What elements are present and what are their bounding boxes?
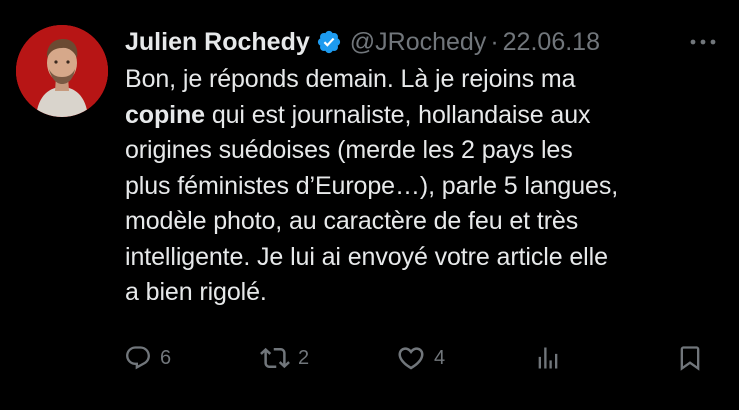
author-avatar[interactable]: [16, 25, 108, 117]
tweet-text-line: copine qui est journaliste, hollandaise …: [125, 98, 725, 134]
tweet-text-bold: copine: [125, 100, 205, 129]
bookmark-icon: [676, 344, 704, 372]
tweet-header: Julien Rochedy @JRochedy · 22.06.18: [125, 26, 600, 58]
retweet-button[interactable]: 2: [260, 338, 309, 378]
heart-icon: [396, 343, 426, 373]
analytics-icon: [534, 344, 562, 372]
tweet-text-line: origines suédoises (merde les 2 pays les: [125, 136, 573, 164]
tweet-text-rest: qui est journaliste, hollandaise aux: [204, 100, 591, 129]
author-handle[interactable]: @JRochedy: [350, 26, 487, 58]
like-button[interactable]: 4: [396, 338, 445, 378]
tweet-text-line: Bon, je réponds demain. Là je rejoins ma: [125, 65, 576, 93]
retweet-count: 2: [298, 346, 310, 369]
reply-count: 6: [160, 346, 172, 369]
bookmark-button[interactable]: [676, 338, 704, 378]
tweet-text-line: modèle photo, au caractère de feu et trè…: [125, 207, 579, 235]
header-separator: ·: [490, 28, 499, 56]
views-button[interactable]: [534, 338, 562, 378]
retweet-icon: [260, 343, 290, 373]
reply-icon: [124, 344, 152, 372]
author-display-name[interactable]: Julien Rochedy: [125, 26, 310, 58]
verified-badge-icon: [316, 29, 342, 55]
tweet-actions-bar: 6 2 4: [0, 338, 739, 378]
tweet-text: Bon, je réponds demain. Là je rejoins ma…: [125, 62, 725, 311]
tweet-text-line: a bien rigolé.: [125, 278, 267, 306]
like-count: 4: [434, 346, 446, 369]
tweet-card[interactable]: Julien Rochedy @JRochedy · 22.06.18 Bon,…: [0, 0, 739, 410]
tweet-date[interactable]: 22.06.18: [503, 26, 600, 58]
tweet-text-line: plus féministes d’Europe…), parle 5 lang…: [125, 171, 619, 200]
more-horizontal-icon[interactable]: [688, 30, 718, 54]
reply-button[interactable]: 6: [124, 338, 171, 378]
tweet-text-line: intelligente. Je lui ai envoyé votre art…: [125, 242, 608, 271]
